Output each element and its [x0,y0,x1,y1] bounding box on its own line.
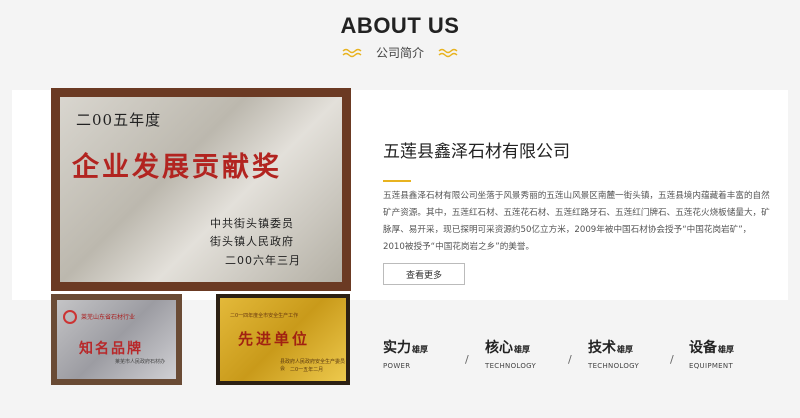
separator: / [568,353,572,366]
certificate-plate: 二0一四年度全市安全生产工作 先进单位 县政府人民政府安全生产委员会 二0一五年… [220,298,346,381]
feature-title: 核心 [485,340,513,356]
view-more-button[interactable]: 查看更多 [383,263,465,285]
page-title: ABOUT US [340,13,460,38]
cert-date: 二0一五年二月 [290,367,324,373]
feature-title: 技术 [588,340,616,356]
wave-deco-icon [438,48,458,57]
feature-title: 实力 [383,340,411,356]
cert-issuer2: 街头镇人民政府 [210,235,294,248]
cert-header: 莱芜山东省石材行业 [81,314,136,321]
feature-english: POWER [383,362,411,370]
about-section: ABOUT US 公司简介 二00五年度 企业发展贡献奖 中共街头镇委员 街头镇… [0,0,800,418]
company-name: 五莲县鑫泽石材有限公司 [383,142,570,162]
wave-deco-icon [342,48,362,57]
cert-award: 先进单位 [238,330,311,348]
separator: / [670,353,674,366]
subtitle-row: 公司简介 [0,44,800,61]
cert-award: 企业发展贡献奖 [72,152,282,183]
company-description: 五莲县鑫泽石材有限公司坐落于风景秀丽的五莲山风景区南麓一街头镇，五莲县境内蕴藏着… [383,191,770,252]
accent-divider [383,180,411,182]
feature-suffix: 雄厚 [718,345,734,354]
cert-award: 知名品牌 [79,341,143,357]
page-subtitle: 公司简介 [375,46,424,60]
emblem-icon [63,310,77,324]
features-row: 实力雄厚 POWER / 核心雄厚 TECHNOLOGY / 技术雄厚 TECH… [383,337,783,377]
feature-english: TECHNOLOGY [485,362,537,370]
feature-suffix: 雄厚 [412,345,428,354]
certificate-main-image: 二00五年度 企业发展贡献奖 中共街头镇委员 街头镇人民政府 二00六年三月 [51,88,351,291]
feature-power: 实力雄厚 POWER [383,337,428,370]
feature-english: EQUIPMENT [689,362,734,370]
feature-suffix: 雄厚 [514,345,530,354]
certificate-plate: 莱芜山东省石材行业 知名品牌 莱芜市人民政府石材办 [57,300,176,379]
cert-year: 二00五年度 [76,111,162,129]
cert-issuer1: 中共街头镇委员 [210,217,294,230]
certificate-safety-image: 二0一四年度全市安全生产工作 先进单位 县政府人民政府安全生产委员会 二0一五年… [216,294,350,385]
separator: / [465,353,469,366]
feature-equipment: 设备雄厚 EQUIPMENT [689,337,734,370]
cert-date: 二00六年三月 [225,254,301,267]
certificate-plate: 二00五年度 企业发展贡献奖 中共街头镇委员 街头镇人民政府 二00六年三月 [60,97,342,282]
certificate-brand-image: 莱芜山东省石材行业 知名品牌 莱芜市人民政府石材办 [51,294,182,385]
feature-technology: 技术雄厚 TECHNOLOGY [588,337,639,370]
cert-footer: 莱芜市人民政府石材办 [115,359,166,365]
feature-english: TECHNOLOGY [588,362,640,370]
feature-core: 核心雄厚 TECHNOLOGY [485,337,536,370]
feature-title: 设备 [689,340,717,356]
feature-suffix: 雄厚 [617,345,633,354]
section-header: ABOUT US 公司简介 [0,0,800,80]
cert-header: 二0一四年度全市安全生产工作 [230,313,299,319]
